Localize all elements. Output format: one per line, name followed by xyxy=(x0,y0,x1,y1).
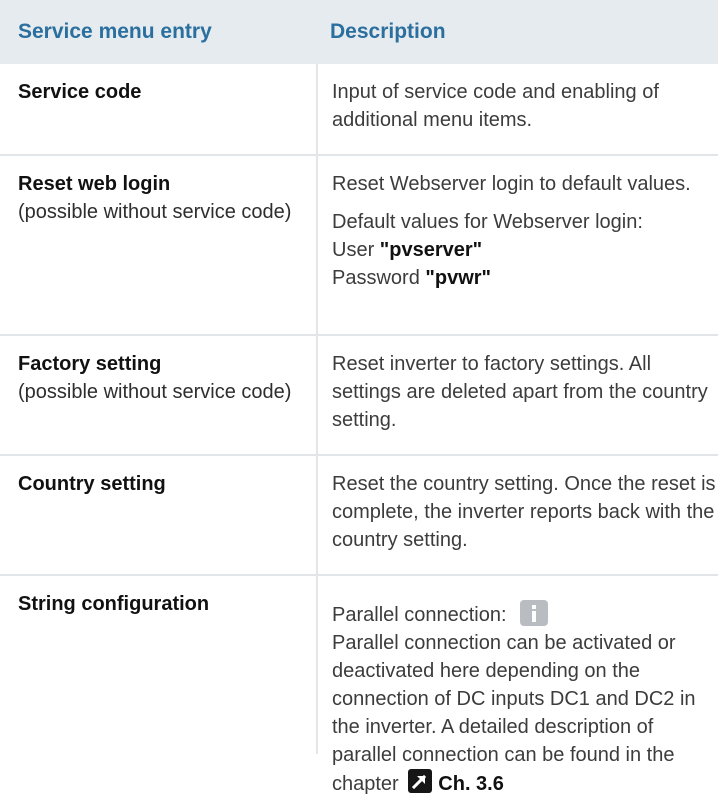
description-text: Reset inverter to factory settings. All … xyxy=(332,353,708,431)
entry-cell: String configuration xyxy=(0,576,316,754)
entry-title: String configuration xyxy=(18,593,210,615)
default-login-heading: Default values for Webserver login: xyxy=(332,211,643,233)
description-text: Parallel connection can be activated or … xyxy=(332,629,718,798)
chapter-reference-link[interactable]: Ch. 3.6 xyxy=(438,773,504,795)
entry-title: Service code xyxy=(18,81,142,103)
table-row: String configuration Parallel connection… xyxy=(0,576,718,795)
parallel-connection-label-line: Parallel connection: xyxy=(332,600,718,629)
table-row: Reset web login (possible without servic… xyxy=(0,156,718,336)
header-cell-description: Description xyxy=(316,20,446,44)
description-cell: Reset Webserver login to default values.… xyxy=(316,156,718,334)
description-cell: Input of service code and enabling of ad… xyxy=(316,64,718,154)
table-row: Country setting Reset the country settin… xyxy=(0,456,718,576)
table-row: Service code Input of service code and e… xyxy=(0,64,718,156)
description-text: Reset Webserver login to default values. xyxy=(332,173,691,195)
default-login-block: Default values for Webserver login: User… xyxy=(332,208,718,292)
description-cell: Parallel connection: Parallel connection… xyxy=(316,576,718,795)
entry-cell: Reset web login (possible without servic… xyxy=(0,156,316,334)
entry-title: Reset web login xyxy=(18,173,171,195)
table-header: Service menu entry Description xyxy=(0,0,718,64)
entry-note: (possible without service code) xyxy=(18,381,292,403)
default-user-line: User "pvserver" xyxy=(332,236,718,264)
header-description-label: Description xyxy=(330,20,446,43)
table-row: Factory setting (possible without servic… xyxy=(0,336,718,456)
header-entry-label: Service menu entry xyxy=(18,20,212,43)
entry-cell: Service code xyxy=(0,64,316,154)
description-text: Input of service code and enabling of ad… xyxy=(332,81,659,131)
entry-cell: Factory setting (possible without servic… xyxy=(0,336,316,454)
default-password-line: Password "pvwr" xyxy=(332,264,718,292)
description-cell: Reset the country setting. Once the rese… xyxy=(316,456,718,574)
description-text: Reset the country setting. Once the rese… xyxy=(332,473,716,551)
parallel-connection-label: Parallel connection: xyxy=(332,604,507,626)
description-cell: Reset inverter to factory settings. All … xyxy=(316,336,718,454)
arrow-reference-icon[interactable] xyxy=(408,769,433,793)
user-label: User xyxy=(332,239,375,261)
entry-title: Country setting xyxy=(18,473,166,495)
parallel-connection-description: Parallel connection can be activated or … xyxy=(332,632,696,795)
password-value: "pvwr" xyxy=(425,267,492,289)
entry-title: Factory setting xyxy=(18,353,162,375)
entry-cell: Country setting xyxy=(0,456,316,574)
entry-note: (possible without service code) xyxy=(18,201,292,223)
service-menu-table: Service menu entry Description Service c… xyxy=(0,0,718,795)
info-icon xyxy=(520,600,549,626)
header-cell-entry: Service menu entry xyxy=(0,20,316,44)
password-label: Password xyxy=(332,267,420,289)
user-value: "pvserver" xyxy=(379,239,483,261)
